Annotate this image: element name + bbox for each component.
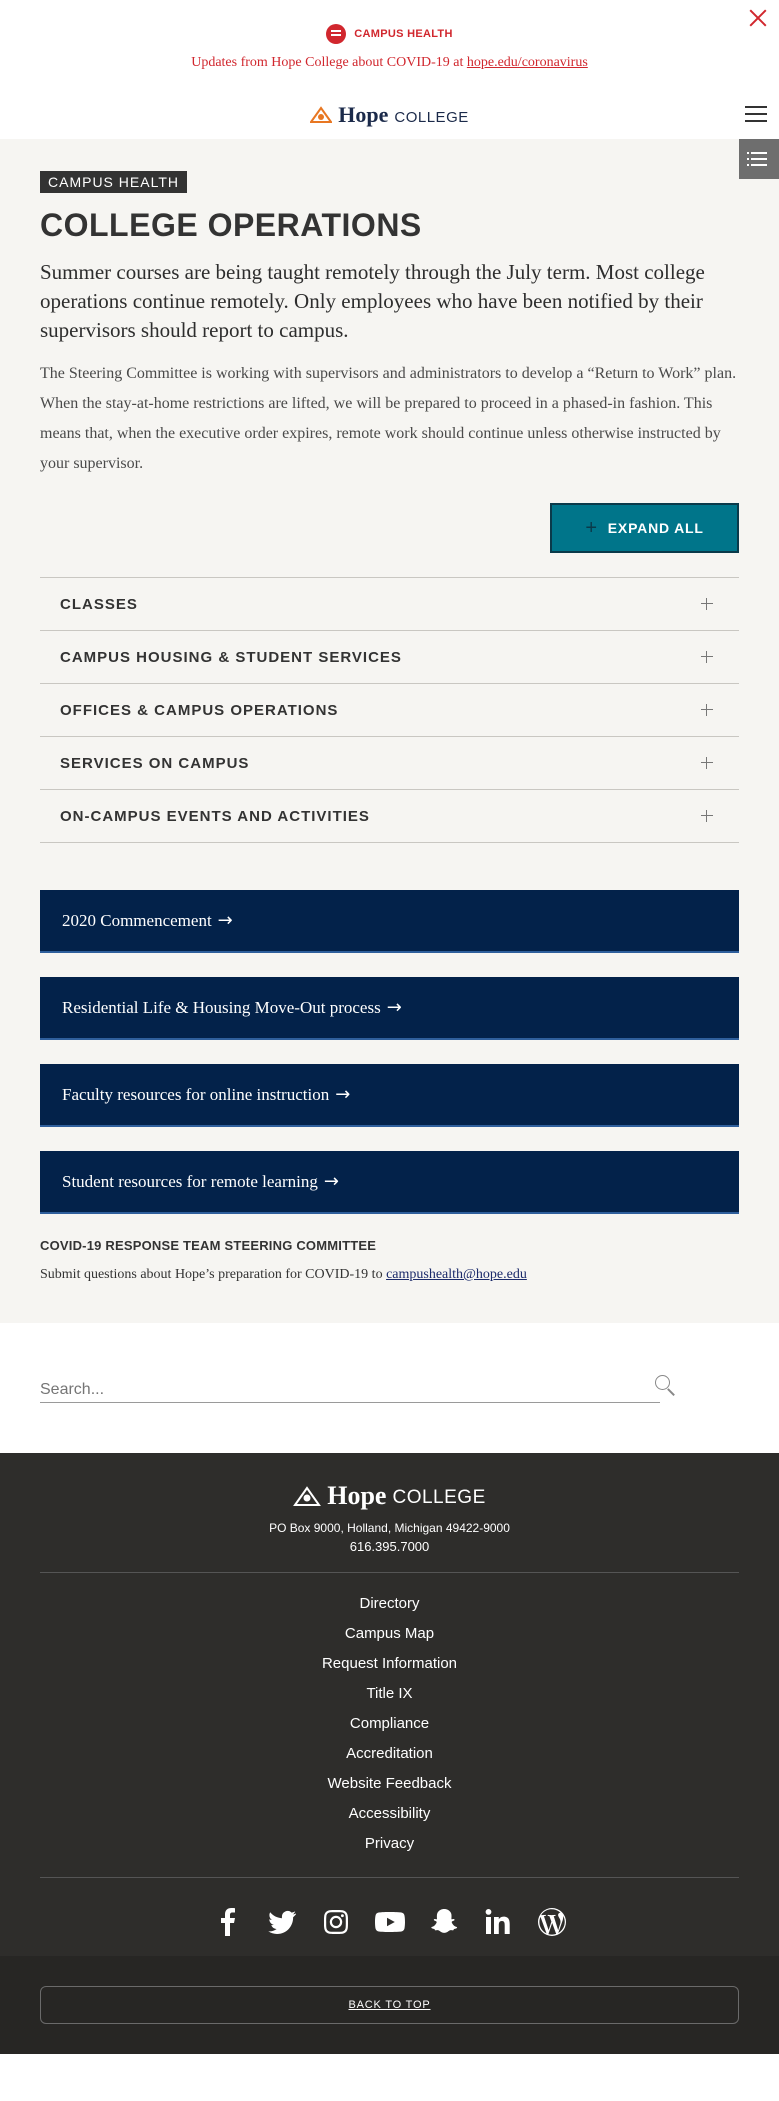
search-icon[interactable] bbox=[655, 1375, 677, 1397]
committee-heading: COVID-19 RESPONSE TEAM STEERING COMMITTE… bbox=[40, 1238, 377, 1253]
covid-alert-bar: CAMPUS HEALTH Updates from Hope College … bbox=[0, 0, 779, 92]
close-icon[interactable] bbox=[747, 7, 769, 29]
footer-link-compliance[interactable]: Compliance bbox=[0, 1709, 779, 1739]
footer-logo[interactable]: Hope COLLEGE bbox=[0, 1481, 779, 1511]
cta-label: 2020 Commencement bbox=[62, 910, 212, 930]
site-logo[interactable]: Hope COLLEGE bbox=[0, 102, 779, 128]
youtube-icon[interactable] bbox=[374, 1906, 406, 1938]
chat-bubble-icon bbox=[326, 24, 347, 44]
committee-text-body: Submit questions about Hope’s preparatio… bbox=[40, 1267, 387, 1282]
menu-icon[interactable] bbox=[745, 106, 767, 122]
search-input[interactable] bbox=[40, 1380, 660, 1399]
snapchat-icon[interactable] bbox=[428, 1906, 460, 1938]
logo-college: COLLEGE bbox=[394, 108, 469, 126]
accordion: CLASSES CAMPUS HOUSING & STUDENT SERVICE… bbox=[40, 577, 739, 843]
cta-label: Student resources for remote learning bbox=[62, 1171, 318, 1191]
footer-link-website-feedback[interactable]: Website Feedback bbox=[0, 1769, 779, 1799]
committee-text: Submit questions about Hope’s preparatio… bbox=[40, 1267, 739, 1283]
lead-paragraph: Summer courses are being taught remotely… bbox=[40, 260, 705, 342]
footer-logo-hope: Hope bbox=[327, 1481, 387, 1510]
footer-link-accreditation[interactable]: Accreditation bbox=[0, 1739, 779, 1769]
alert-tag: CAMPUS HEALTH bbox=[0, 24, 779, 44]
accordion-item-services[interactable]: SERVICES ON CAMPUS bbox=[40, 737, 739, 790]
cta-label: Residential Life & Housing Move-Out proc… bbox=[62, 997, 381, 1017]
footer-divider bbox=[40, 1877, 739, 1878]
cta-faculty-resources[interactable]: Faculty resources for online instruction… bbox=[40, 1064, 739, 1127]
arrow-right-icon: → bbox=[217, 910, 233, 931]
cta-commencement[interactable]: 2020 Commencement → bbox=[40, 890, 739, 953]
accordion-item-events[interactable]: ON-CAMPUS EVENTS AND ACTIVITIES bbox=[40, 790, 739, 843]
anchor-logo-icon bbox=[310, 106, 333, 123]
expand-all-label: EXPAND ALL bbox=[607, 520, 704, 536]
page-title: COLLEGE OPERATIONS bbox=[40, 207, 422, 243]
social-links bbox=[0, 1892, 779, 1956]
plus-icon: + bbox=[585, 516, 598, 539]
cta-student-resources[interactable]: Student resources for remote learning → bbox=[40, 1151, 739, 1214]
footer-link-directory[interactable]: Directory bbox=[0, 1589, 779, 1619]
plus-icon bbox=[701, 651, 713, 663]
accordion-label: SERVICES ON CAMPUS bbox=[60, 754, 250, 772]
accordion-label: OFFICES & CAMPUS OPERATIONS bbox=[60, 701, 339, 719]
search-area bbox=[0, 1323, 779, 1453]
cta-move-out[interactable]: Residential Life & Housing Move-Out proc… bbox=[40, 977, 739, 1040]
anchor-logo-icon bbox=[293, 1486, 322, 1506]
plus-icon bbox=[701, 598, 713, 610]
arrow-right-icon: → bbox=[335, 1084, 351, 1105]
linkedin-icon[interactable] bbox=[482, 1906, 514, 1938]
body-paragraph: The Steering Committee is working with s… bbox=[40, 365, 737, 472]
plus-icon bbox=[701, 704, 713, 716]
alert-message-text: Updates from Hope College about COVID-19… bbox=[191, 55, 467, 70]
section-badge[interactable]: CAMPUS HEALTH bbox=[40, 171, 187, 193]
accordion-label: CAMPUS HOUSING & STUDENT SERVICES bbox=[60, 648, 402, 666]
accordion-item-classes[interactable]: CLASSES bbox=[40, 578, 739, 631]
footer-link-accessibility[interactable]: Accessibility bbox=[0, 1799, 779, 1829]
wordpress-icon[interactable] bbox=[536, 1906, 568, 1938]
plus-icon bbox=[701, 810, 713, 822]
site-header: Hope COLLEGE bbox=[0, 92, 779, 139]
page-bottom-spacer bbox=[0, 2054, 779, 2101]
expand-all-button[interactable]: + EXPAND ALL bbox=[550, 503, 739, 553]
footer-link-title-ix[interactable]: Title IX bbox=[0, 1679, 779, 1709]
table-of-contents-icon[interactable] bbox=[739, 139, 779, 179]
footer-address: PO Box 9000, Holland, Michigan 49422-900… bbox=[269, 1521, 510, 1535]
footer-logo-college: COLLEGE bbox=[392, 1487, 486, 1508]
instagram-icon[interactable] bbox=[320, 1906, 352, 1938]
alert-tag-label: CAMPUS HEALTH bbox=[354, 28, 453, 40]
site-footer: Hope COLLEGE PO Box 9000, Holland, Michi… bbox=[0, 1453, 779, 2054]
accordion-item-housing[interactable]: CAMPUS HOUSING & STUDENT SERVICES bbox=[40, 631, 739, 684]
plus-icon bbox=[701, 757, 713, 769]
cta-list: 2020 Commencement → Residential Life & Ho… bbox=[40, 890, 739, 1214]
footer-link-privacy[interactable]: Privacy bbox=[0, 1829, 779, 1859]
back-to-top-area: BACK TO TOP bbox=[0, 1956, 779, 2054]
arrow-right-icon: → bbox=[386, 997, 402, 1018]
footer-phone[interactable]: 616.395.7000 bbox=[0, 1539, 779, 1554]
cta-label: Faculty resources for online instruction bbox=[62, 1084, 330, 1104]
accordion-item-offices[interactable]: OFFICES & CAMPUS OPERATIONS bbox=[40, 684, 739, 737]
alert-message: Updates from Hope College about COVID-19… bbox=[0, 55, 779, 71]
twitter-icon[interactable] bbox=[266, 1906, 298, 1938]
footer-link-request-information[interactable]: Request Information bbox=[0, 1649, 779, 1679]
accordion-label: ON-CAMPUS EVENTS AND ACTIVITIES bbox=[60, 807, 370, 825]
facebook-icon[interactable] bbox=[212, 1906, 244, 1938]
arrow-right-icon: → bbox=[323, 1171, 339, 1192]
main-content: CAMPUS HEALTH COLLEGE OPERATIONS Summer … bbox=[0, 139, 779, 1323]
footer-links: Directory Campus Map Request Information… bbox=[0, 1573, 779, 1859]
footer-link-campus-map[interactable]: Campus Map bbox=[0, 1619, 779, 1649]
search-box bbox=[40, 1377, 660, 1403]
logo-hope: Hope bbox=[338, 102, 389, 127]
back-to-top-button[interactable]: BACK TO TOP bbox=[40, 1986, 739, 2024]
accordion-label: CLASSES bbox=[60, 595, 138, 613]
committee-email-link[interactable]: campushealth@hope.edu bbox=[386, 1267, 527, 1282]
alert-link[interactable]: hope.edu/coronavirus bbox=[467, 55, 588, 70]
